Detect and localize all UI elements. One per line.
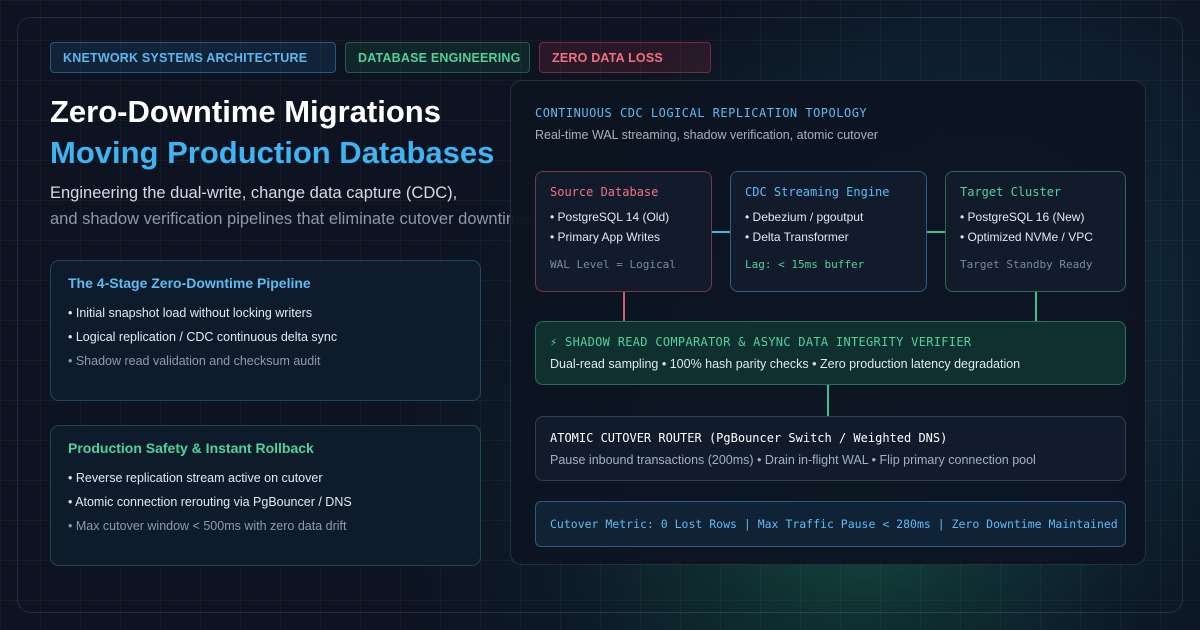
cdc-node-title: CDC Streaming Engine: [745, 185, 890, 199]
source-node-line: • Primary App Writes: [550, 230, 661, 244]
connector-source-shadow: [623, 292, 625, 321]
shadow-verifier-description: Dual-read sampling • 100% hash parity ch…: [550, 357, 1021, 371]
page-title: Zero-Downtime Migrations: [50, 94, 441, 129]
safety-item: • Atomic connection rerouting via PgBoun…: [68, 495, 352, 509]
safety-item: • Max cutover window < 500ms with zero d…: [68, 519, 347, 533]
tag-zero-data-loss: ZERO DATA LOSS: [539, 42, 711, 73]
cdc-engine-node: CDC Streaming Engine • Debezium / pgoutp…: [730, 171, 927, 292]
cdc-node-line: • Debezium / pgoutput: [745, 210, 864, 224]
cdc-node-footer: Lag: < 15ms buffer: [745, 258, 865, 271]
connector-cdc-target: [927, 231, 945, 233]
source-node-footer: WAL Level = Logical: [550, 258, 676, 271]
topology-subtitle: Real-time WAL streaming, shadow verifica…: [535, 128, 878, 142]
connector-source-cdc: [712, 231, 730, 233]
cutover-metric-bar: Cutover Metric: 0 Lost Rows | Max Traffi…: [535, 501, 1126, 547]
tag-architecture: KNETWORK SYSTEMS ARCHITECTURE: [50, 42, 336, 73]
safety-item: • Reverse replication stream active on c…: [68, 471, 323, 485]
connector-target-shadow: [1035, 292, 1037, 321]
target-node-line: • Optimized NVMe / VPC: [960, 230, 1093, 244]
target-cluster-node: Target Cluster • PostgreSQL 16 (New) • O…: [945, 171, 1126, 292]
target-node-title: Target Cluster: [960, 185, 1062, 199]
safety-card-title: Production Safety & Instant Rollback: [68, 440, 314, 456]
target-node-footer: Target Standby Ready: [960, 258, 1093, 271]
target-node-line: • PostgreSQL 16 (New): [960, 210, 1085, 224]
pipeline-card-title: The 4-Stage Zero-Downtime Pipeline: [68, 275, 311, 291]
pipeline-item: • Shadow read validation and checksum au…: [68, 354, 321, 368]
topology-title: CONTINUOUS CDC LOGICAL REPLICATION TOPOL…: [535, 106, 868, 120]
cutover-router-description: Pause inbound transactions (200ms) • Dra…: [550, 453, 1036, 467]
shadow-verifier-title: ⚡ SHADOW READ COMPARATOR & ASYNC DATA IN…: [550, 335, 972, 349]
subtitle-line-1: Engineering the dual-write, change data …: [50, 184, 458, 202]
page-title-accent: Moving Production Databases: [50, 135, 495, 170]
connector-shadow-router: [827, 385, 829, 416]
pipeline-item: • Initial snapshot load without locking …: [68, 306, 313, 320]
tag-database-engineering: DATABASE ENGINEERING: [345, 42, 530, 73]
safety-card: Production Safety & Instant Rollback • R…: [50, 425, 481, 566]
shadow-verifier-box: ⚡ SHADOW READ COMPARATOR & ASYNC DATA IN…: [535, 321, 1126, 385]
source-database-node: Source Database • PostgreSQL 14 (Old) • …: [535, 171, 712, 292]
cutover-router-title: ATOMIC CUTOVER ROUTER (PgBouncer Switch …: [550, 431, 948, 445]
cutover-metric-text: Cutover Metric: 0 Lost Rows | Max Traffi…: [550, 517, 1118, 531]
source-node-title: Source Database: [550, 185, 659, 199]
pipeline-card: The 4-Stage Zero-Downtime Pipeline • Ini…: [50, 260, 481, 401]
cutover-router-box: ATOMIC CUTOVER ROUTER (PgBouncer Switch …: [535, 416, 1126, 481]
subtitle-line-2: and shadow verification pipelines that e…: [50, 210, 534, 228]
cdc-node-line: • Delta Transformer: [745, 230, 849, 244]
source-node-line: • PostgreSQL 14 (Old): [550, 210, 670, 224]
topology-panel: CONTINUOUS CDC LOGICAL REPLICATION TOPOL…: [510, 80, 1146, 565]
pipeline-item: • Logical replication / CDC continuous d…: [68, 330, 338, 344]
